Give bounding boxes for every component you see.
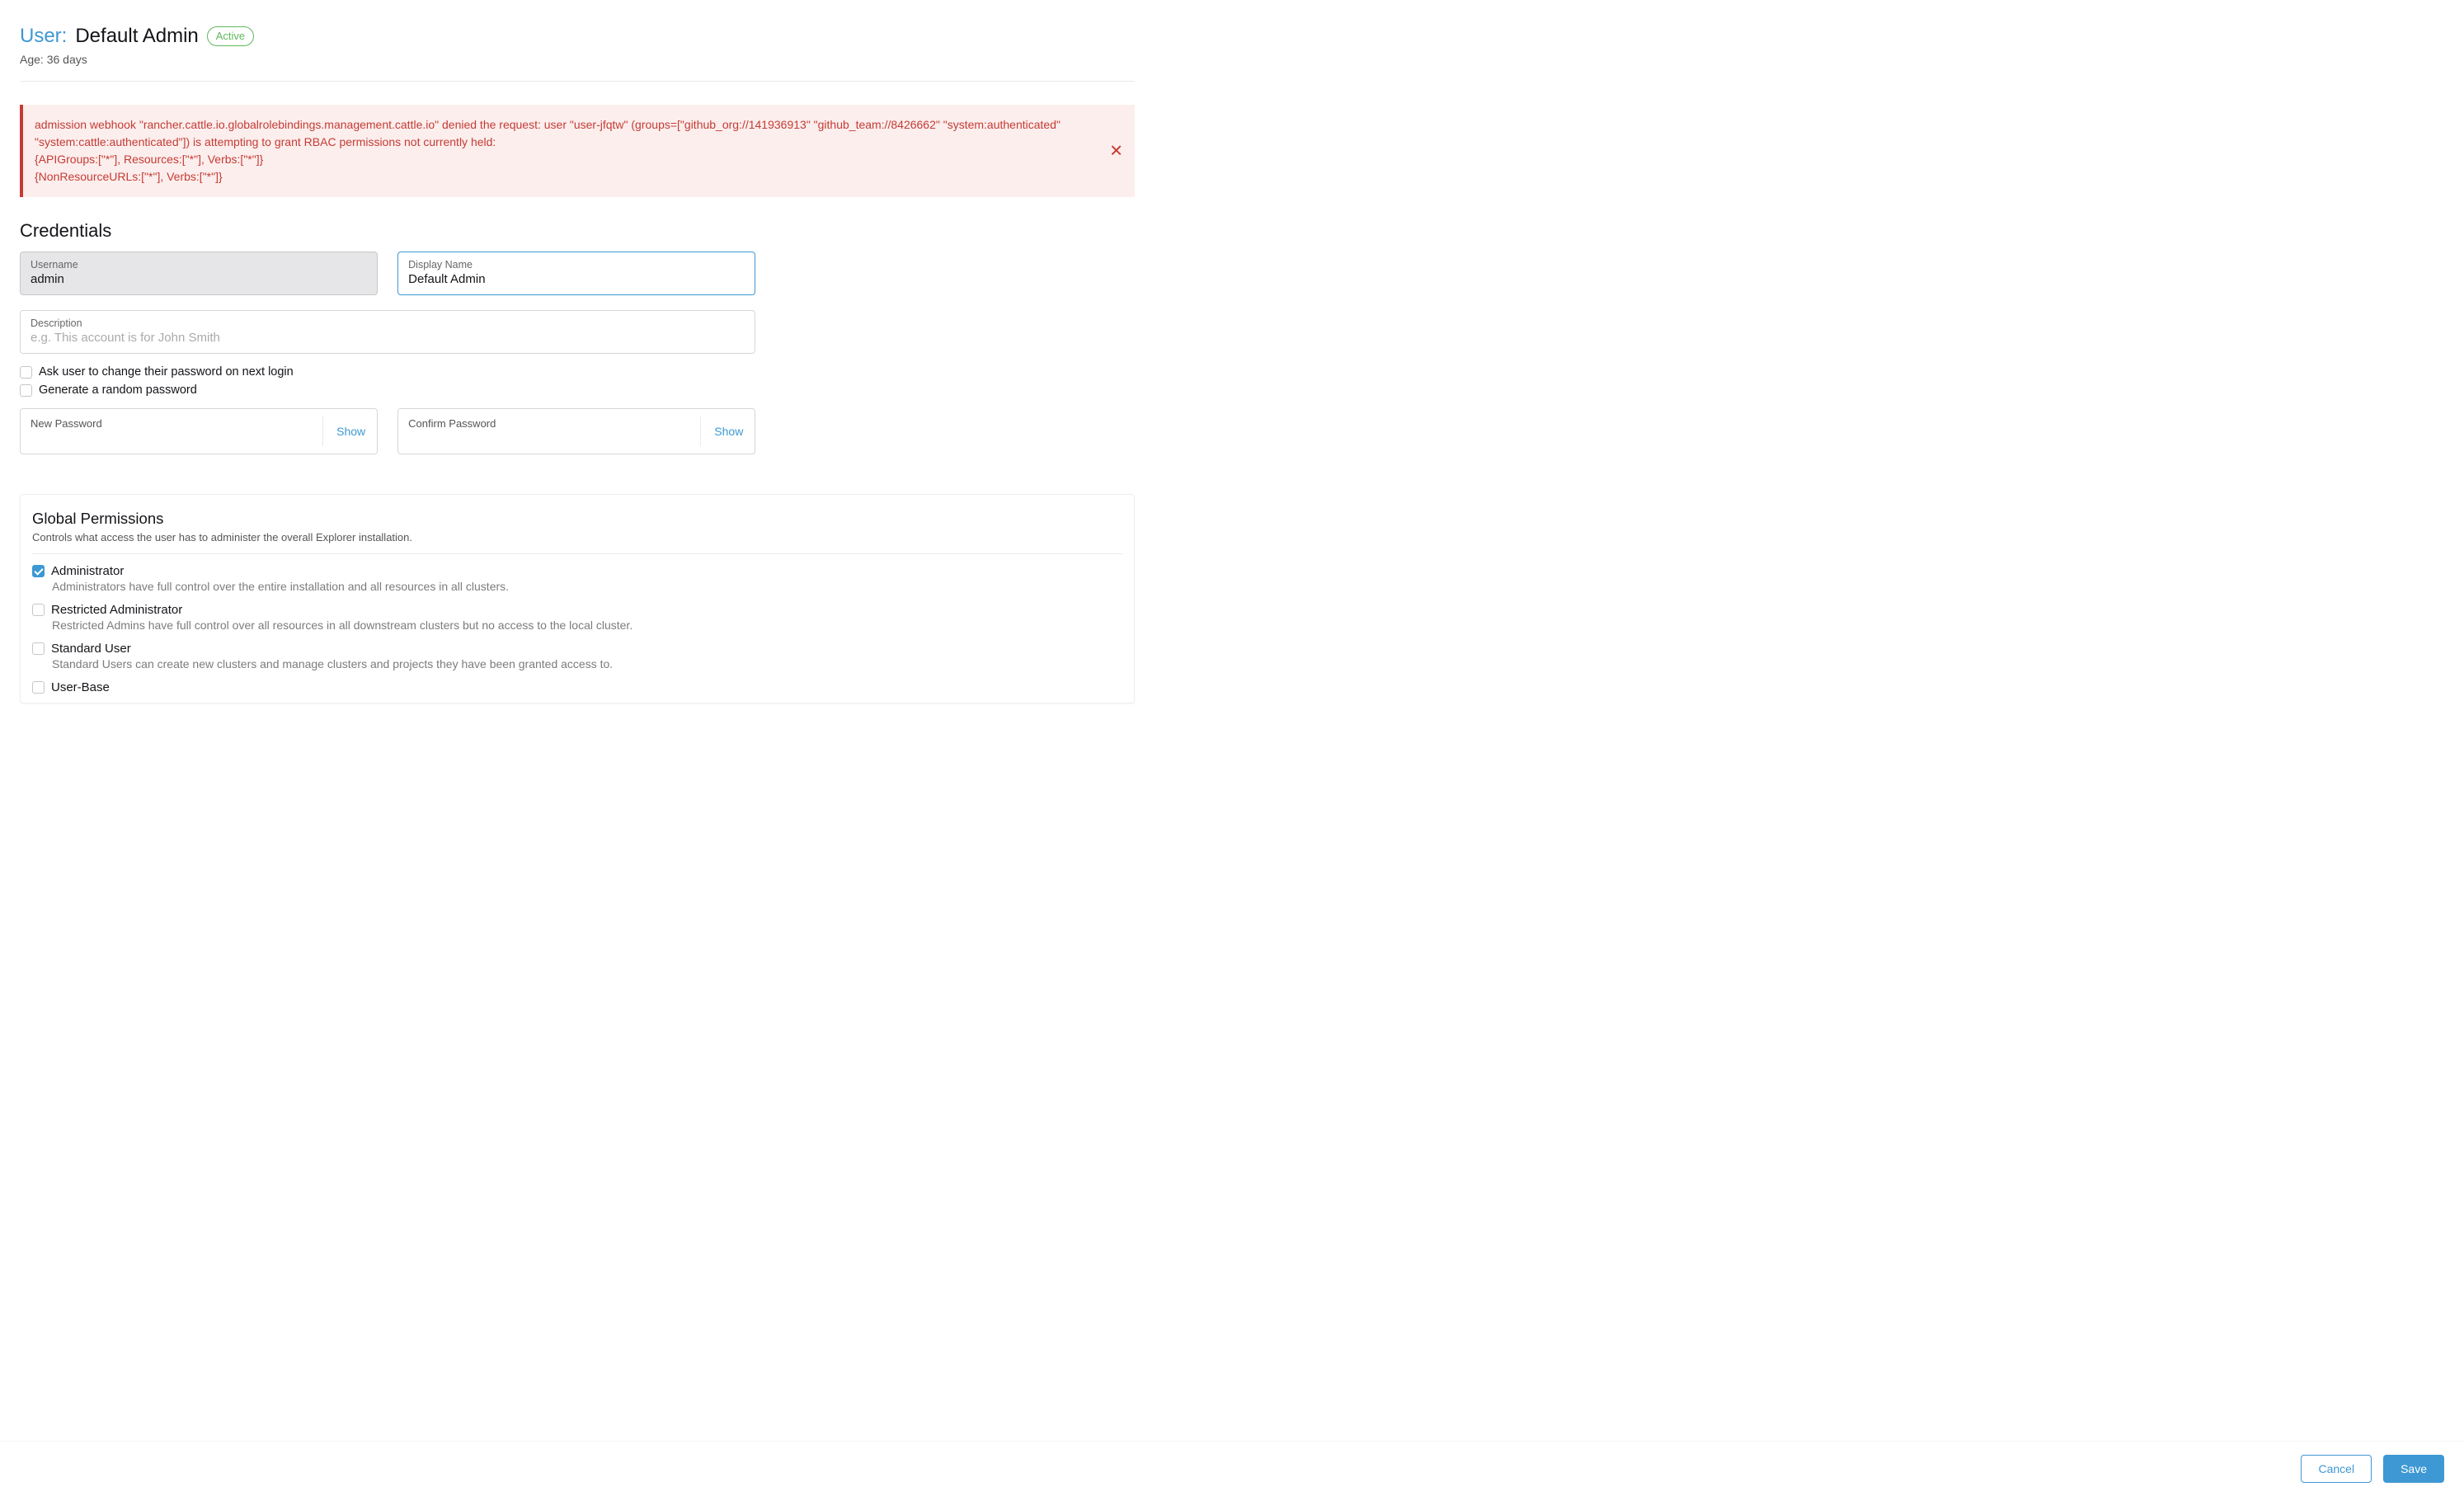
global-permissions-panel: Global Permissions Controls what access … xyxy=(20,494,1135,703)
change-password-checkbox-row[interactable]: Ask user to change their password on nex… xyxy=(20,365,1135,379)
random-password-checkbox-row[interactable]: Generate a random password xyxy=(20,383,1135,397)
new-password-field[interactable]: New Password Show xyxy=(20,408,378,454)
permission-checkbox[interactable] xyxy=(32,681,45,694)
confirm-password-label: Confirm Password xyxy=(408,417,745,430)
page-title-prefix: User: xyxy=(20,25,67,48)
permission-row[interactable]: Standard User xyxy=(32,642,1122,656)
username-label: Username xyxy=(31,259,367,271)
permission-item: Administrator Administrators have full co… xyxy=(32,559,1122,598)
permission-title: User-Base xyxy=(51,680,110,694)
permission-row[interactable]: Restricted Administrator xyxy=(32,603,1122,617)
displayname-field[interactable]: Display Name xyxy=(397,252,755,295)
credentials-heading: Credentials xyxy=(20,220,1135,242)
permission-row[interactable]: Administrator xyxy=(32,564,1122,578)
permission-item: Restricted Administrator Restricted Admin… xyxy=(32,598,1122,637)
username-field: Username xyxy=(20,252,378,295)
header-divider xyxy=(20,81,1135,82)
permissions-divider xyxy=(32,553,1122,554)
close-icon[interactable]: ✕ xyxy=(1109,141,1123,162)
description-input[interactable] xyxy=(31,331,745,345)
random-password-label: Generate a random password xyxy=(39,383,197,397)
error-line-3: {NonResourceURLs:["*"], Verbs:["*"]} xyxy=(35,168,1098,186)
change-password-label: Ask user to change their password on nex… xyxy=(39,365,294,379)
random-password-checkbox[interactable] xyxy=(20,384,32,397)
username-input xyxy=(31,272,367,286)
new-password-label: New Password xyxy=(31,417,367,430)
age-label: Age: 36 days xyxy=(20,53,1135,66)
permission-title: Administrator xyxy=(51,564,124,578)
permission-title: Restricted Administrator xyxy=(51,603,182,617)
global-permissions-heading: Global Permissions xyxy=(32,510,1122,528)
permission-item: Standard UserStandard Users can create n… xyxy=(32,637,1122,675)
save-button[interactable]: Save xyxy=(2383,1455,2444,1483)
permission-checkbox[interactable] xyxy=(32,565,45,577)
error-line-1: admission webhook "rancher.cattle.io.glo… xyxy=(35,116,1098,151)
new-password-show-button[interactable]: Show xyxy=(322,416,365,446)
error-alert: admission webhook "rancher.cattle.io.glo… xyxy=(20,105,1135,197)
description-label: Description xyxy=(31,318,745,329)
permission-item: User-Base xyxy=(32,675,1122,699)
displayname-input[interactable] xyxy=(408,272,745,286)
footer-actions: Cancel Save xyxy=(0,1441,2464,1496)
permission-desc: Standard Users can create new clusters a… xyxy=(52,657,1122,670)
permission-checkbox[interactable] xyxy=(32,642,45,655)
permission-title: Standard User xyxy=(51,642,131,656)
permission-checkbox[interactable] xyxy=(32,604,45,616)
permission-desc: Restricted Admins have full control over… xyxy=(52,619,1122,632)
description-field[interactable]: Description xyxy=(20,310,755,354)
status-badge: Active xyxy=(207,26,254,46)
cancel-button[interactable]: Cancel xyxy=(2301,1455,2372,1483)
permission-desc: Administrators have full control over th… xyxy=(52,580,1122,593)
displayname-label: Display Name xyxy=(408,259,745,271)
error-line-2: {APIGroups:["*"], Resources:["*"], Verbs… xyxy=(35,151,1098,168)
change-password-checkbox[interactable] xyxy=(20,366,32,379)
global-permissions-subheading: Controls what access the user has to adm… xyxy=(32,531,1122,543)
confirm-password-field[interactable]: Confirm Password Show xyxy=(397,408,755,454)
permission-row[interactable]: User-Base xyxy=(32,680,1122,694)
page-title-name: Default Admin xyxy=(75,25,198,48)
confirm-password-show-button[interactable]: Show xyxy=(700,416,743,446)
